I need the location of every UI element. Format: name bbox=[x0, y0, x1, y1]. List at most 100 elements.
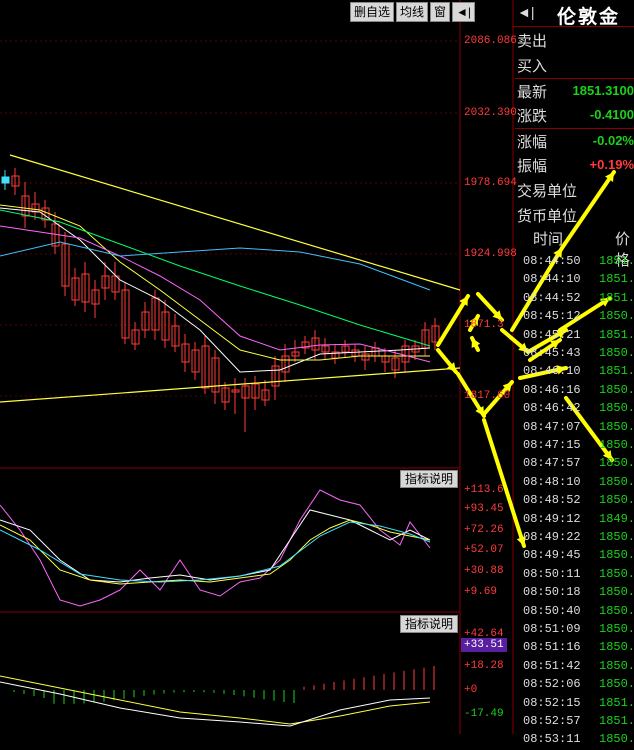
tick-time: 08:44:50 bbox=[523, 254, 581, 268]
tick-time: 08:49:12 bbox=[523, 511, 581, 526]
tick-list-header: 时间 价格 bbox=[513, 226, 634, 269]
tick-time: 08:47:15 bbox=[523, 438, 581, 452]
tick-time: 08:46:42 bbox=[523, 401, 581, 416]
delete-watchlist-button[interactable]: 删自选 bbox=[350, 2, 395, 22]
tick-time: 08:48:10 bbox=[523, 474, 581, 489]
moving-average-button[interactable]: 均线 bbox=[396, 2, 429, 22]
trendline-lower bbox=[0, 367, 461, 403]
price-axis-label: 2032.390 bbox=[464, 107, 517, 119]
tick-price: 1850. bbox=[599, 622, 634, 636]
candle-body bbox=[1, 176, 10, 184]
quote-panel: ◄| 伦敦金 卖出买入最新 1851.3100 涨跌 -0.4100 涨幅 -0.02% 振… bbox=[513, 0, 634, 746]
collapse-panel-button[interactable]: ◄| bbox=[452, 2, 476, 22]
tick-price: 1851. bbox=[599, 695, 634, 710]
quote-label: 涨幅 bbox=[517, 134, 548, 151]
quote-value: 1851.3100 bbox=[572, 83, 634, 98]
indicator-axis-label: +9.69 bbox=[464, 586, 498, 598]
window-button[interactable]: 窗 bbox=[430, 2, 451, 22]
price-axis-label: 2086.086 bbox=[464, 35, 517, 47]
quote-label: 最新 bbox=[517, 84, 548, 101]
tick-price: 1850. bbox=[599, 732, 634, 747]
quote-row: 涨幅 -0.02% bbox=[515, 128, 634, 153]
kdj-j-line bbox=[0, 489, 431, 607]
tick-price: 1850. bbox=[599, 493, 634, 508]
indicator-help-button-2[interactable]: 指标说明 bbox=[400, 615, 459, 633]
tick-price: 1850. bbox=[599, 309, 634, 324]
tick-time: 08:49:22 bbox=[523, 530, 581, 544]
quote-row: 货币单位 bbox=[515, 203, 634, 227]
tick-price: 1850. bbox=[599, 438, 634, 452]
quote-label: 振幅 bbox=[517, 158, 548, 175]
tick-time: 08:44:10 bbox=[523, 272, 581, 287]
quote-row: 最新 1851.3100 bbox=[515, 78, 634, 103]
expand-icon[interactable]: ◄| bbox=[517, 4, 535, 20]
tick-price: 1851. bbox=[599, 272, 634, 287]
tick-time: 08:49:45 bbox=[523, 548, 581, 563]
tick-time: 08:48:52 bbox=[523, 493, 581, 508]
quote-label: 买入 bbox=[517, 58, 548, 75]
tick-price: 1851. bbox=[599, 714, 634, 728]
tick-price: 1851. bbox=[599, 290, 634, 305]
tick-time: 08:50:11 bbox=[523, 566, 581, 581]
price-axis-label: 1924.998 bbox=[464, 248, 517, 260]
tick-time: 08:51:16 bbox=[523, 640, 581, 655]
quote-row: 交易单位 bbox=[515, 178, 634, 202]
tick-time: 08:50:40 bbox=[523, 603, 581, 618]
tick-price: 1850. bbox=[599, 382, 634, 397]
quote-value: +0.19% bbox=[589, 157, 634, 172]
quote-value: -0.4100 bbox=[589, 107, 634, 122]
tick-price: 1850. bbox=[599, 603, 634, 618]
quote-label: 货币单位 bbox=[517, 208, 578, 225]
quote-title-bar: ◄| 伦敦金 bbox=[513, 0, 634, 28]
indicator-axis-label: +72.26 bbox=[464, 524, 504, 536]
price-axis-label: 1978.694 bbox=[464, 177, 517, 189]
tick-time: 08:51:09 bbox=[523, 622, 581, 636]
kdj-d-line bbox=[0, 519, 431, 585]
tick-price: 1850. bbox=[599, 677, 634, 692]
indicator-axis-label: +30.88 bbox=[464, 565, 504, 577]
indicator-axis-label: +18.28 bbox=[464, 660, 504, 672]
tick-time: 08:52:57 bbox=[523, 714, 581, 728]
tick-time: 08:47:07 bbox=[523, 419, 581, 434]
indicator-axis-label: +113.6 bbox=[464, 484, 504, 496]
price-axis-label: 1817.60 bbox=[464, 390, 511, 402]
tick-price: 1850. bbox=[599, 401, 634, 416]
current-value-badge: +33.51 bbox=[461, 638, 507, 652]
tick-price: 1850. bbox=[599, 585, 634, 600]
tick-price: 1850. bbox=[599, 419, 634, 434]
tick-time: 08:45:43 bbox=[523, 346, 581, 360]
quote-label: 交易单位 bbox=[517, 183, 578, 200]
tick-price: 1850. bbox=[599, 346, 634, 360]
quote-row: 买入 bbox=[515, 53, 634, 77]
kdj-aux-line bbox=[0, 521, 431, 583]
tick-time: 08:44:52 bbox=[523, 290, 581, 305]
tick-time: 08:45:21 bbox=[523, 327, 581, 342]
trendline-upper bbox=[9, 154, 461, 291]
chart-toolbar: 删自选 均线 窗 ◄| bbox=[350, 2, 476, 22]
quote-value: -0.02% bbox=[592, 133, 634, 148]
tick-price: 1850. bbox=[599, 548, 634, 563]
tick-price: 1850. bbox=[599, 658, 634, 673]
tick-price: 1850. bbox=[599, 456, 634, 471]
indicator-axis-label: +52.07 bbox=[464, 544, 504, 556]
tick-price: 1850. bbox=[599, 530, 634, 544]
indicator-help-button[interactable]: 指标说明 bbox=[400, 470, 459, 488]
tick-time: 08:52:15 bbox=[523, 695, 581, 710]
time-column-header: 时间 bbox=[533, 231, 564, 248]
tick-time: 08:46:10 bbox=[523, 364, 581, 379]
quote-row: 卖出 bbox=[515, 28, 634, 52]
tick-price: 1850. bbox=[599, 566, 634, 581]
instrument-title: 伦敦金 bbox=[557, 6, 621, 28]
quote-row: 振幅 +0.19% bbox=[515, 153, 634, 177]
quote-label: 涨跌 bbox=[517, 108, 548, 125]
quote-label: 卖出 bbox=[517, 33, 548, 50]
tick-time: 08:52:06 bbox=[523, 677, 581, 692]
price-axis-label: 1871.3 bbox=[464, 319, 504, 331]
trading-screen: 删自选 均线 窗 ◄| 2086.086 2032.390 1978.694 1… bbox=[0, 0, 634, 746]
quote-row: 涨跌 -0.4100 bbox=[515, 103, 634, 127]
indicator-axis-label: +0 bbox=[464, 684, 478, 696]
tick-price: 1849. bbox=[599, 511, 634, 526]
tick-price: 1850. bbox=[599, 474, 634, 489]
tick-time: 08:46:16 bbox=[523, 382, 581, 397]
tick-price: 1851. bbox=[599, 254, 634, 268]
